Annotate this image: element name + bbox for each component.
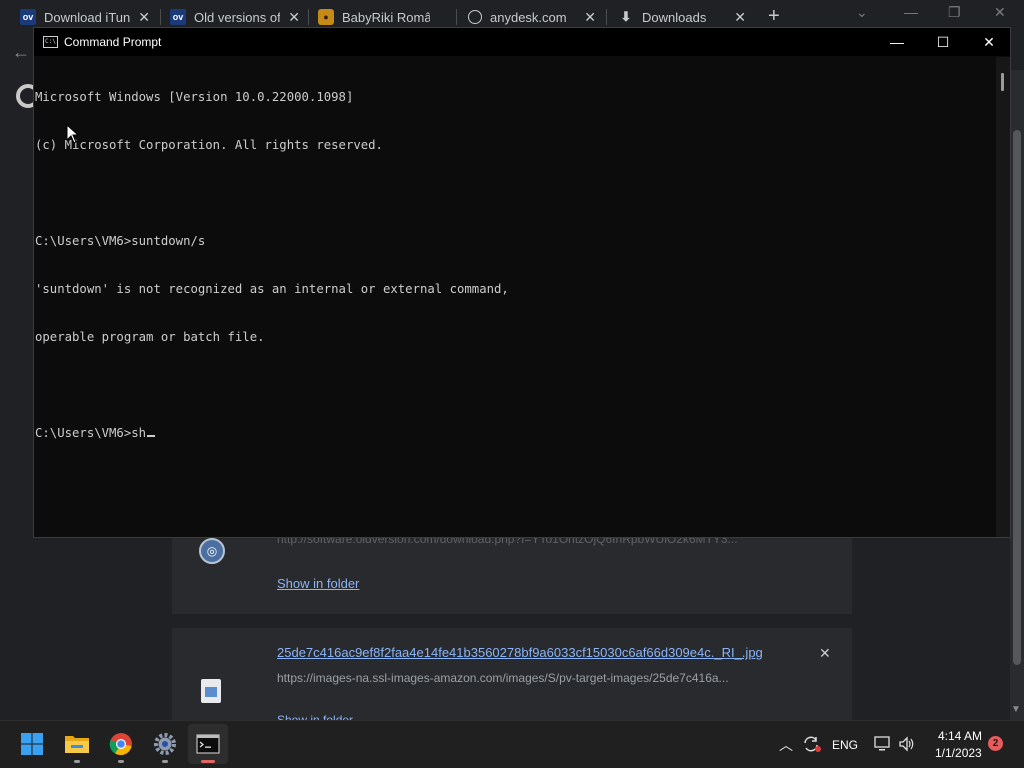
- download-url: https://images-na.ssl-images-amazon.com/…: [277, 671, 729, 685]
- file-explorer-button[interactable]: [57, 724, 97, 764]
- clock-date[interactable]: 1/1/2023: [935, 746, 982, 760]
- console-prompt-input[interactable]: C:\Users\VM6>sh: [35, 426, 146, 440]
- console-line: 'suntdown' is not recognized as an inter…: [35, 282, 509, 296]
- cmd-app-icon: C:\: [43, 36, 58, 48]
- close-icon[interactable]: ✕: [288, 9, 300, 26]
- close-icon[interactable]: ✕: [734, 9, 746, 26]
- ov-favicon-icon: ov: [20, 9, 36, 25]
- console-line: C:\Users\VM6>suntdown/s: [35, 234, 206, 248]
- running-indicator: [118, 760, 124, 763]
- close-icon[interactable]: ✕: [584, 9, 596, 26]
- console-line: (c) Microsoft Corporation. All rights re…: [35, 138, 383, 152]
- ov-favicon-icon: ov: [170, 9, 186, 25]
- tab-divider: [160, 9, 161, 25]
- back-arrow-icon[interactable]: ←: [12, 42, 30, 63]
- minimize-button[interactable]: —: [874, 28, 920, 56]
- oldversion-file-icon: ◎: [199, 538, 225, 564]
- text-cursor: [147, 435, 156, 437]
- settings-icon: [154, 733, 176, 755]
- maximize-button[interactable]: ☐: [920, 28, 966, 56]
- running-indicator: [74, 760, 80, 763]
- cmd-console-output[interactable]: Microsoft Windows [Version 10.0.22000.10…: [34, 57, 994, 537]
- file-explorer-icon: [65, 736, 89, 753]
- language-indicator[interactable]: ENG: [832, 738, 858, 752]
- remove-download-icon[interactable]: ✕: [819, 645, 831, 662]
- tab-label: BabyRiki Român: [342, 9, 430, 25]
- browser-restore-icon[interactable]: ❐: [948, 4, 961, 21]
- cmd-window-title: Command Prompt: [64, 35, 162, 49]
- scroll-down-arrow-icon[interactable]: ▼: [1011, 704, 1021, 715]
- tab-search-icon[interactable]: ⌄: [856, 4, 868, 21]
- start-button[interactable]: [12, 724, 52, 764]
- show-hidden-icons-chevron-up-icon[interactable]: ︿: [779, 735, 793, 755]
- tab-divider: [308, 9, 309, 25]
- show-in-folder-link[interactable]: Show in folder: [277, 576, 359, 591]
- sync-icon[interactable]: [802, 735, 822, 753]
- volume-icon[interactable]: [898, 736, 916, 752]
- cmd-scrollbar-track[interactable]: [996, 57, 1010, 537]
- tab-label: anydesk.com: [490, 9, 567, 25]
- clock-time[interactable]: 4:14 AM: [938, 729, 982, 743]
- tab-divider: [606, 9, 607, 25]
- download-filename-link[interactable]: 25de7c416ac9ef8f2faa4e14fe41b3560278bf9a…: [277, 645, 763, 660]
- active-indicator: [201, 760, 215, 763]
- tab-label: Download iTun: [44, 9, 130, 25]
- running-indicator: [162, 760, 168, 763]
- mouse-pointer-icon: [66, 124, 80, 144]
- new-tab-button[interactable]: +: [768, 5, 780, 28]
- desktop-screen: ov Download iTun ✕ ov Old versions of ✕ …: [0, 0, 1024, 768]
- terminal-icon: [196, 734, 220, 754]
- download-icon: ⬇: [620, 9, 632, 24]
- console-input-line[interactable]: C:\Users\VM6>sh: [35, 425, 994, 441]
- command-prompt-window[interactable]: C:\ Command Prompt — ☐ ✕ Microsoft Windo…: [33, 27, 1011, 538]
- tab-label: Old versions of: [194, 9, 280, 25]
- browser-close-icon[interactable]: ✕: [994, 4, 1006, 21]
- babyriki-favicon-icon: ●: [318, 9, 334, 25]
- cmd-scrollbar-thumb[interactable]: [1001, 73, 1004, 91]
- chrome-icon: [109, 733, 132, 756]
- close-icon[interactable]: ✕: [138, 9, 150, 26]
- tab-divider: [456, 9, 457, 25]
- settings-button[interactable]: [145, 724, 185, 764]
- close-button[interactable]: ✕: [966, 28, 1012, 56]
- console-line: operable program or batch file.: [35, 330, 265, 344]
- page-scrollbar-thumb[interactable]: [1013, 130, 1021, 665]
- windows-start-icon: [21, 733, 43, 755]
- tab-label: Downloads: [642, 9, 707, 25]
- network-icon[interactable]: [874, 736, 892, 752]
- command-prompt-taskbar-button[interactable]: [188, 724, 228, 764]
- browser-minimize-icon[interactable]: —: [904, 4, 918, 20]
- cmd-title-bar[interactable]: C:\ Command Prompt — ☐ ✕: [34, 28, 1010, 56]
- chrome-button[interactable]: [101, 724, 141, 764]
- notification-badge[interactable]: 2: [988, 736, 1003, 751]
- image-file-icon: [201, 679, 221, 703]
- globe-icon: [468, 10, 482, 24]
- console-line: Microsoft Windows [Version 10.0.22000.10…: [35, 90, 354, 104]
